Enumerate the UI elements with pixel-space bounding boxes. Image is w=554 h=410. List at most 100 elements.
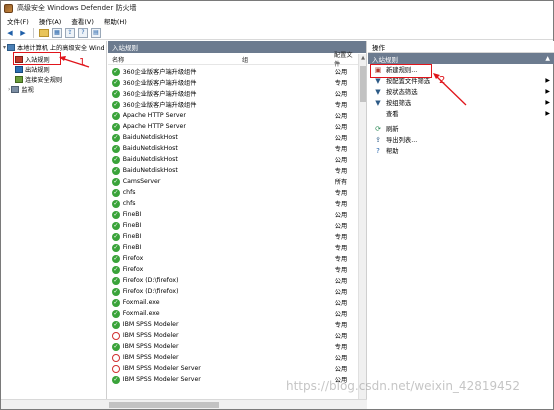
rule-name: FineBI [122,244,142,251]
firewall-app-icon [4,3,13,13]
table-row[interactable]: ✓ chfs 专用 [108,187,358,198]
table-row[interactable]: ✓ 360企业版客户端升级组件 公用 [108,66,358,77]
tree-item-outbound-rules[interactable]: 出站规则 [15,65,50,74]
horizontal-scroll-thumb[interactable] [109,402,219,408]
annotation-number-1: 1 [79,57,86,68]
folder-icon[interactable] [39,28,49,37]
table-row[interactable]: ✓ BaiduNetdiskHost 专用 [108,143,358,154]
rule-profile: 专用 [334,80,348,87]
rule-name: Firefox (D:\firefox) [122,277,179,284]
vertical-scrollbar[interactable]: ▲ ▼ [358,54,366,409]
enabled-rule-icon: ✓ [112,320,120,329]
back-icon[interactable]: ◀ [5,28,15,38]
table-row[interactable]: ✓ BaiduNetdiskHost 公用 [108,132,358,143]
action-item[interactable]: ⟳ 刷新 [368,123,554,134]
table-row[interactable]: ✓ Apache HTTP Server 公用 [108,110,358,121]
toolbar-divider [33,27,34,38]
rule-profile: 公用 [334,223,348,230]
rule-profile: 公用 [334,300,348,307]
tree-root[interactable]: ▾ 本地计算机 上的高级安全 Wind [3,43,105,52]
table-row[interactable]: ✓ Firefox 专用 [108,253,358,264]
collapse-icon[interactable]: ▾ [3,44,6,51]
action-item[interactable]: ▼ 按组筛选 ▶ [368,97,554,108]
help-icon: ? [376,146,380,155]
enabled-rule-icon: ✓ [112,111,120,120]
rule-name: BaiduNetdiskHost [122,134,178,141]
table-row[interactable]: IBM SPSS Modeler 公用 [108,330,358,341]
table-row[interactable]: ✓ BaiduNetdiskHost 专用 [108,165,358,176]
action-item[interactable]: 查看 ▶ [368,108,554,119]
collapse-section-icon[interactable]: ▲ [545,55,550,62]
rule-name: 360企业版客户端升级组件 [122,91,197,98]
table-row[interactable]: ✓ Firefox (D:\firefox) 公用 [108,275,358,286]
table-row[interactable]: IBM SPSS Modeler Server 公用 [108,363,358,374]
rule-name: Firefox [122,266,144,273]
scroll-thumb[interactable] [360,66,366,102]
table-row[interactable]: ✓ FineBI 公用 [108,209,358,220]
submenu-arrow-icon: ▶ [545,77,550,84]
rule-name: IBM SPSS Modeler Server [122,376,201,383]
table-row[interactable]: ✓ Apache HTTP Server 公用 [108,121,358,132]
rule-profile: 专用 [334,190,348,197]
rule-name: chfs [122,200,136,207]
enabled-rule-icon: ✓ [112,342,120,351]
table-row[interactable]: ✓ FineBI 专用 [108,231,358,242]
table-row[interactable]: ✓ Foxmail.exe 公用 [108,297,358,308]
enabled-rule-icon: ✓ [112,254,120,263]
action-item[interactable]: ▼ 按状态筛选 ▶ [368,86,554,97]
table-row[interactable]: ✓ BaiduNetdiskHost 公用 [108,154,358,165]
table-row[interactable]: ✓ chfs 专用 [108,198,358,209]
enabled-rule-icon: ✓ [112,287,120,296]
export-list-icon[interactable]: ⇪ [65,27,75,38]
actions-section-label: 入站规则 [372,55,398,64]
properties-icon[interactable]: ▤ [91,27,101,38]
menu-file[interactable]: 文件(F) [7,16,29,26]
action-item[interactable]: ⇪ 导出列表... [368,134,554,145]
table-row[interactable]: ✓ Foxmail.exe 公用 [108,308,358,319]
column-headers: 名称 组 配置文件 [108,52,358,68]
tree-item-label: 出站规则 [25,67,50,74]
column-name[interactable]: 名称 [108,55,242,64]
filter-icon: ▼ [375,87,381,96]
menu-help[interactable]: 帮助(H) [104,16,127,26]
table-row[interactable]: ✓ 360企业版客户端升级组件 公用 [108,88,358,99]
tree-item-connection-security[interactable]: 连接安全规则 [15,75,62,84]
column-group[interactable]: 组 [242,55,334,64]
enabled-rule-icon: ✓ [112,232,120,241]
rule-profile: 专用 [334,256,348,263]
rule-profile: 公用 [334,157,348,164]
table-row[interactable]: IBM SPSS Modeler 公用 [108,352,358,363]
rule-profile: 公用 [334,135,348,142]
rule-profile: 公用 [334,355,348,362]
rule-profile: 公用 [334,278,348,285]
navigation-tree: ▾ 本地计算机 上的高级安全 Wind 入站规则 出站规则 连接安全规则 › 监… [1,41,107,409]
table-row[interactable]: ✓ 360企业版客户端升级组件 专用 [108,99,358,110]
horizontal-scrollbar[interactable] [1,399,367,409]
expand-icon[interactable]: › [8,86,10,93]
table-row[interactable]: ✓ FineBI 专用 [108,242,358,253]
firewall-window: 高级安全 Windows Defender 防火墙 文件(F) 操作(A) 查看… [0,0,554,410]
table-row[interactable]: ✓ 360企业版客户端升级组件 专用 [108,77,358,88]
show-hide-tree-icon[interactable]: ▦ [52,27,62,38]
table-row[interactable]: ✓ IBM SPSS Modeler 专用 [108,341,358,352]
tree-item-monitoring[interactable]: › 监视 [8,85,34,94]
toolbar: ◀ ▶ ▦ ⇪ ? ▤ [1,26,553,40]
menu-action[interactable]: 操作(A) [39,16,62,26]
forward-icon[interactable]: ▶ [18,28,28,38]
tree-root-label: 本地计算机 上的高级安全 Wind [17,45,105,52]
rule-profile: 专用 [334,201,348,208]
table-row[interactable]: ✓ Firefox 专用 [108,264,358,275]
rule-name: FineBI [122,211,142,218]
table-row[interactable]: ✓ FineBI 公用 [108,220,358,231]
table-row[interactable]: ✓ Firefox (D:\firefox) 公用 [108,286,358,297]
tree-item-label: 连接安全规则 [25,77,63,84]
menu-view[interactable]: 查看(V) [71,16,94,26]
actions-section-header[interactable]: 入站规则 ▲ [368,53,554,64]
help-toolbar-icon[interactable]: ? [78,27,88,38]
table-row[interactable]: ✓ IBM SPSS Modeler 专用 [108,319,358,330]
scroll-up-icon[interactable]: ▲ [359,54,367,62]
action-item[interactable]: ? 帮助 [368,145,554,156]
rule-name: chfs [122,189,136,196]
enabled-rule-icon: ✓ [112,133,120,142]
table-row[interactable]: ✓ CamsServer 所有 [108,176,358,187]
